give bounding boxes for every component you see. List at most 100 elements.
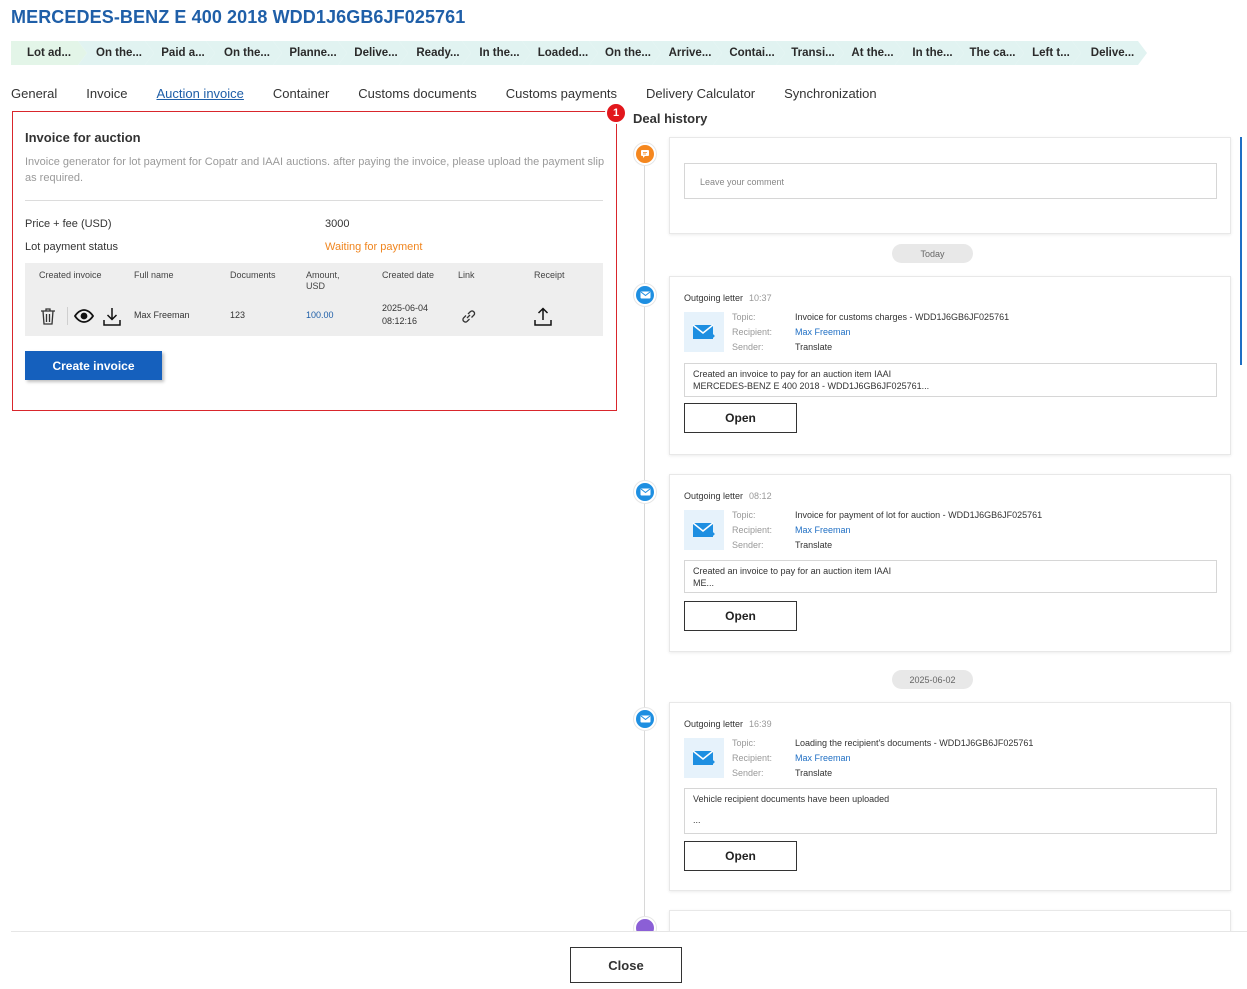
tab-general[interactable]: General (11, 86, 57, 101)
topic-value: Loading the recipient's documents - WDD1… (795, 738, 1034, 748)
panel-title: Invoice for auction (25, 130, 141, 145)
sender-value: Translate (795, 540, 833, 550)
recipient-link[interactable]: Max Freeman (795, 753, 851, 763)
header-link: Link (458, 270, 475, 280)
letter-header: Outgoing letter 08:12 (684, 491, 772, 501)
recipient-link[interactable]: Max Freeman (795, 525, 851, 535)
divider (25, 200, 603, 201)
invoice-table: Created invoice Full name Documents Amou… (25, 263, 603, 336)
sender-label: Sender: (732, 342, 764, 352)
panel-description: Invoice generator for lot payment for Co… (25, 156, 605, 184)
topic-label: Topic: (732, 738, 756, 748)
message-preview: Created an invoice to pay for an auction… (684, 363, 1217, 397)
recipient-label: Recipient: (732, 753, 773, 763)
open-button[interactable]: Open (684, 601, 797, 631)
tab-synchronization[interactable]: Synchronization (784, 86, 877, 101)
stage-item[interactable]: Arrive... (652, 41, 722, 65)
deal-history-title: Deal history (633, 111, 708, 126)
comment-input[interactable]: Leave your comment (684, 163, 1217, 199)
tab-invoice[interactable]: Invoice (86, 86, 127, 101)
message-line: Vehicle recipient documents have been up… (693, 794, 890, 804)
tab-bar: General Invoice Auction invoice Containe… (11, 86, 906, 101)
header-receipt: Receipt (534, 270, 565, 280)
letter-card: Outgoing letter 08:12 Topic: Invoice for … (669, 474, 1231, 652)
topic-value: Invoice for customs charges - WDD1J6GB6J… (795, 312, 1010, 322)
price-label: Price + fee (USD) (25, 218, 112, 230)
trash-icon[interactable] (38, 305, 58, 327)
sender-label: Sender: (732, 540, 764, 550)
header-created-date: Created date (382, 270, 435, 280)
message-line: MERCEDES-BENZ E 400 2018 - WDD1J6GB6JF02… (693, 381, 930, 391)
message-line: ... (693, 815, 701, 825)
status-value: Waiting for payment (325, 241, 423, 253)
create-invoice-button[interactable]: Create invoice (25, 351, 162, 380)
topic-label: Topic: (732, 312, 756, 322)
divider (11, 931, 1247, 932)
message-preview: Created an invoice to pay for an auction… (684, 560, 1217, 593)
cell-created-date: 2025-06-04 08:12:16 (382, 303, 429, 326)
letter-type: Outgoing letter (684, 491, 744, 501)
letter-time: 16:39 (749, 719, 772, 729)
stage-item[interactable]: In the... (462, 41, 531, 65)
status-label: Lot payment status (25, 241, 118, 253)
tab-customs-documents[interactable]: Customs documents (358, 86, 477, 101)
letter-header: Outgoing letter 10:37 (684, 293, 772, 303)
price-value: 3000 (325, 218, 350, 230)
timeline-line (644, 163, 645, 923)
recipient-label: Recipient: (732, 327, 773, 337)
message-line: ME... (693, 578, 715, 588)
stage-item[interactable]: Transi... (776, 41, 844, 65)
cell-amount: 100.00 (306, 310, 334, 320)
cell-documents: 123 (230, 310, 246, 320)
stage-item[interactable]: In the... (895, 41, 964, 65)
letter-type: Outgoing letter (684, 293, 744, 303)
letter-time: 08:12 (749, 491, 772, 501)
stage-item[interactable]: Planne... (273, 41, 347, 65)
message-line: Created an invoice to pay for an auction… (693, 369, 892, 379)
stage-item[interactable]: On the... (589, 41, 661, 65)
header-documents: Documents (230, 270, 276, 280)
stage-item[interactable]: At the... (835, 41, 904, 65)
header-full-name: Full name (134, 270, 174, 280)
envelope-icon (684, 510, 724, 550)
message-preview: Vehicle recipient documents have been up… (684, 788, 1217, 834)
download-icon[interactable] (102, 305, 122, 327)
topic-label: Topic: (732, 510, 756, 520)
header-created-invoice: Created invoice (39, 270, 102, 280)
close-button[interactable]: Close (570, 947, 682, 983)
stage-item[interactable]: Delive... (338, 41, 408, 65)
link-icon[interactable] (458, 306, 478, 326)
letter-card: Outgoing letter 16:39 Topic: Loading the … (669, 702, 1231, 891)
stage-item[interactable]: Ready... (399, 41, 471, 65)
recipient-label: Recipient: (732, 525, 773, 535)
tab-customs-payments[interactable]: Customs payments (506, 86, 617, 101)
tab-auction-invoice[interactable]: Auction invoice (156, 86, 243, 101)
annotation-badge: 1 (605, 102, 627, 124)
stage-item[interactable]: Lot ad... (11, 41, 87, 65)
tab-delivery-calculator[interactable]: Delivery Calculator (646, 86, 755, 101)
letter-type: Outgoing letter (684, 719, 744, 729)
open-button[interactable]: Open (684, 841, 797, 871)
stage-item[interactable]: The ca... (955, 41, 1024, 65)
tab-container[interactable]: Container (273, 86, 329, 101)
stage-item[interactable]: Left t... (1015, 41, 1081, 65)
upload-icon[interactable] (532, 305, 554, 327)
open-button[interactable]: Open (684, 403, 797, 433)
stage-item[interactable]: Contai... (713, 41, 785, 65)
envelope-icon (684, 738, 724, 778)
stage-item[interactable]: On the... (206, 41, 282, 65)
auction-invoice-panel: Invoice for auction Invoice generator fo… (12, 111, 617, 411)
scrollbar-thumb[interactable] (1240, 137, 1242, 365)
comment-icon (634, 143, 656, 165)
deal-title: MERCEDES-BENZ E 400 2018 WDD1J6GB6JF0257… (11, 7, 466, 27)
stage-item[interactable]: Delive... (1072, 41, 1147, 65)
sender-value: Translate (795, 768, 833, 778)
eye-icon[interactable] (73, 307, 95, 325)
stage-item[interactable]: On the... (78, 41, 154, 65)
recipient-link[interactable]: Max Freeman (795, 327, 851, 337)
date-separator: 2025-06-02 (892, 670, 973, 689)
stage-item[interactable]: Paid a... (145, 41, 215, 65)
sender-value: Translate (795, 342, 833, 352)
stage-item[interactable]: Loaded... (522, 41, 598, 65)
mail-icon (634, 284, 656, 306)
